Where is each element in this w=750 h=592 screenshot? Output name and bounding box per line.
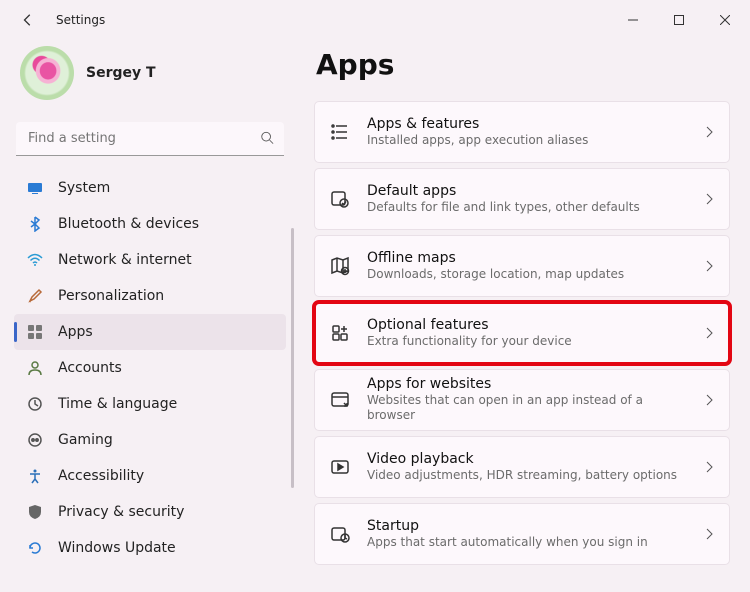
- minimize-button[interactable]: [610, 4, 656, 36]
- optional-features-icon: [329, 322, 351, 344]
- card-startup[interactable]: StartupApps that start automatically whe…: [314, 503, 730, 565]
- sidebar-item-privacy[interactable]: Privacy & security: [14, 494, 286, 530]
- clock-icon: [26, 395, 44, 413]
- sidebar-item-label: Apps: [58, 324, 93, 340]
- sidebar-item-update[interactable]: Windows Update: [14, 530, 286, 566]
- chevron-right-icon: [703, 257, 715, 276]
- card-subtitle: Extra functionality for your device: [367, 334, 687, 350]
- shield-icon: [26, 503, 44, 521]
- card-default-apps[interactable]: Default appsDefaults for file and link t…: [314, 168, 730, 230]
- card-title: Startup: [367, 518, 687, 535]
- search-wrap: [16, 122, 284, 156]
- card-subtitle: Websites that can open in an app instead…: [367, 393, 687, 424]
- sidebar-item-gaming[interactable]: Gaming: [14, 422, 286, 458]
- sidebar-item-accessibility[interactable]: Accessibility: [14, 458, 286, 494]
- sidebar-nav: System Bluetooth & devices Network & int…: [14, 170, 286, 566]
- video-icon: [329, 456, 351, 478]
- card-offline-maps[interactable]: Offline mapsDownloads, storage location,…: [314, 235, 730, 297]
- page-title: Apps: [316, 48, 730, 81]
- card-subtitle: Installed apps, app execution aliases: [367, 133, 687, 149]
- sidebar-item-time[interactable]: Time & language: [14, 386, 286, 422]
- close-button[interactable]: [702, 4, 748, 36]
- sidebar-item-label: Time & language: [58, 396, 177, 412]
- chevron-right-icon: [703, 458, 715, 477]
- card-video-playback[interactable]: Video playbackVideo adjustments, HDR str…: [314, 436, 730, 498]
- back-button[interactable]: [12, 4, 44, 36]
- user-account-row[interactable]: Sergey T: [14, 40, 286, 118]
- avatar: [20, 46, 74, 100]
- chevron-right-icon: [703, 190, 715, 209]
- chevron-right-icon: [703, 525, 715, 544]
- map-icon: [329, 255, 351, 277]
- sidebar-item-label: Windows Update: [58, 540, 176, 556]
- sidebar-item-label: Accessibility: [58, 468, 144, 484]
- update-icon: [26, 539, 44, 557]
- person-icon: [26, 359, 44, 377]
- sidebar: Sergey T System Bluetooth & devices Netw…: [0, 40, 294, 592]
- list-icon: [329, 121, 351, 143]
- sidebar-item-network[interactable]: Network & internet: [14, 242, 286, 278]
- settings-cards-list: Apps & featuresInstalled apps, app execu…: [314, 101, 730, 565]
- search-input[interactable]: [16, 122, 284, 156]
- card-title: Video playback: [367, 451, 687, 468]
- default-apps-icon: [329, 188, 351, 210]
- main-panel: Apps Apps & featuresInstalled apps, app …: [294, 40, 750, 592]
- card-subtitle: Video adjustments, HDR streaming, batter…: [367, 468, 687, 484]
- card-subtitle: Defaults for file and link types, other …: [367, 200, 687, 216]
- card-title: Optional features: [367, 317, 687, 334]
- card-subtitle: Downloads, storage location, map updates: [367, 267, 687, 283]
- sidebar-item-accounts[interactable]: Accounts: [14, 350, 286, 386]
- card-optional-features[interactable]: Optional featuresExtra functionality for…: [314, 302, 730, 364]
- sidebar-item-personalization[interactable]: Personalization: [14, 278, 286, 314]
- chevron-right-icon: [703, 123, 715, 142]
- sidebar-item-label: Personalization: [58, 288, 164, 304]
- sidebar-item-label: Network & internet: [58, 252, 192, 268]
- card-title: Default apps: [367, 183, 687, 200]
- sidebar-item-system[interactable]: System: [14, 170, 286, 206]
- title-bar: Settings: [0, 0, 750, 40]
- user-name: Sergey T: [86, 65, 156, 81]
- maximize-button[interactable]: [656, 4, 702, 36]
- card-title: Offline maps: [367, 250, 687, 267]
- card-subtitle: Apps that start automatically when you s…: [367, 535, 687, 551]
- card-title: Apps for websites: [367, 376, 687, 393]
- sidebar-item-bluetooth[interactable]: Bluetooth & devices: [14, 206, 286, 242]
- search-icon: [260, 130, 274, 149]
- sidebar-item-label: Accounts: [58, 360, 122, 376]
- chevron-right-icon: [703, 391, 715, 410]
- card-apps-for-websites[interactable]: Apps for websitesWebsites that can open …: [314, 369, 730, 431]
- window-controls: [610, 4, 748, 36]
- sidebar-scrollbar[interactable]: [291, 228, 294, 488]
- system-icon: [26, 179, 44, 197]
- gamepad-icon: [26, 431, 44, 449]
- sidebar-item-label: System: [58, 180, 110, 196]
- card-title: Apps & features: [367, 116, 687, 133]
- sidebar-item-apps[interactable]: Apps: [14, 314, 286, 350]
- startup-icon: [329, 523, 351, 545]
- paintbrush-icon: [26, 287, 44, 305]
- accessibility-icon: [26, 467, 44, 485]
- wifi-icon: [26, 251, 44, 269]
- window-title: Settings: [56, 13, 105, 27]
- sidebar-item-label: Gaming: [58, 432, 113, 448]
- bluetooth-icon: [26, 215, 44, 233]
- card-apps-features[interactable]: Apps & featuresInstalled apps, app execu…: [314, 101, 730, 163]
- sidebar-item-label: Bluetooth & devices: [58, 216, 199, 232]
- sidebar-item-label: Privacy & security: [58, 504, 184, 520]
- chevron-right-icon: [703, 324, 715, 343]
- apps-websites-icon: [329, 389, 351, 411]
- apps-icon: [26, 323, 44, 341]
